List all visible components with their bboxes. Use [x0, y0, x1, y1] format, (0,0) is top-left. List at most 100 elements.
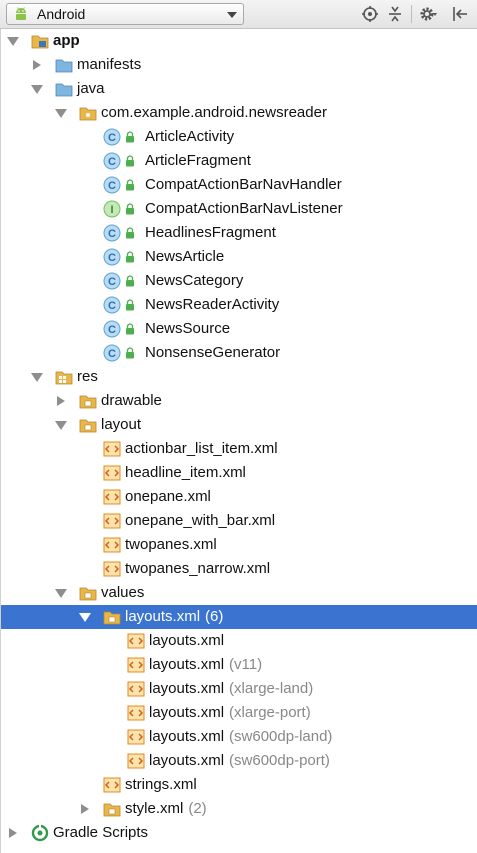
tree-node-class[interactable]: C NonsenseGenerator [1, 341, 477, 365]
tree-node-interface[interactable]: I CompatActionBarNavListener [1, 197, 477, 221]
file-qualifier: (sw600dp-port) [229, 752, 330, 769]
tree-label: app [53, 32, 80, 49]
class-icon: C [103, 176, 121, 194]
expand-arrow-icon[interactable] [7, 37, 19, 46]
xml-file-icon [103, 440, 121, 458]
sync-target-icon[interactable] [360, 4, 380, 24]
class-badge-letter: C [108, 300, 116, 312]
class-icon: C [103, 128, 121, 146]
class-icon: C [103, 152, 121, 170]
lock-icon [125, 347, 135, 359]
tree-label: res [77, 368, 98, 385]
tree-label: layout [101, 416, 142, 433]
tree-node-java[interactable]: java [1, 77, 477, 101]
lock-icon [125, 275, 135, 287]
xml-file-icon [103, 776, 121, 794]
file-name: layouts.xml [149, 680, 225, 697]
xml-file-icon [127, 704, 145, 722]
tree-label: actionbar_list_item.xml [125, 440, 278, 457]
class-badge-letter: C [108, 348, 116, 360]
tree-label: manifests [77, 56, 142, 73]
lock-icon [125, 131, 135, 143]
class-icon: C [103, 248, 121, 266]
tree-node-xml-file[interactable]: layouts.xml [1, 629, 477, 653]
tree-node-xml-file[interactable]: onepane.xml [1, 485, 477, 509]
file-name: layouts.xml [149, 752, 225, 769]
tree-node-xml-file[interactable]: strings.xml [1, 773, 477, 797]
lock-icon [125, 299, 135, 311]
expand-arrow-icon[interactable] [55, 421, 67, 430]
tree-node-xml-file[interactable]: headline_item.xml [1, 461, 477, 485]
module-folder-icon [31, 32, 49, 50]
resource-group-folder-icon [103, 800, 121, 818]
tree-node-layouts-group[interactable]: layouts.xml (6) [1, 605, 477, 629]
collapse-arrow-icon[interactable] [57, 396, 65, 406]
xml-file-icon [127, 728, 145, 746]
tree-node-xml-file[interactable]: layouts.xml (v11) [1, 653, 477, 677]
class-icon: C [103, 272, 121, 290]
tree-node-xml-file[interactable]: onepane_with_bar.xml [1, 509, 477, 533]
interface-badge-letter: I [110, 204, 113, 216]
tree-node-app[interactable]: app [1, 29, 477, 53]
tree-node-class[interactable]: C NewsArticle [1, 245, 477, 269]
class-icon: C [103, 296, 121, 314]
class-badge-letter: C [108, 156, 116, 168]
tree-label: onepane_with_bar.xml [125, 512, 276, 529]
collapse-arrow-icon[interactable] [33, 60, 41, 70]
tree-node-style-group[interactable]: style.xml (2) [1, 797, 477, 821]
tree-node-package[interactable]: com.example.android.newsreader [1, 101, 477, 125]
tree-node-values[interactable]: values [1, 581, 477, 605]
expand-arrow-icon[interactable] [31, 373, 43, 382]
tree-node-gradle-scripts[interactable]: Gradle Scripts [1, 821, 477, 845]
tree-node-drawable[interactable]: drawable [1, 389, 477, 413]
toolbar-divider [411, 5, 412, 23]
tree-label: layouts.xml (xlarge-port) [149, 704, 311, 722]
hide-panel-icon[interactable] [450, 4, 470, 24]
tree-label: NonsenseGenerator [145, 344, 281, 361]
tree-node-xml-file[interactable]: layouts.xml (xlarge-land) [1, 677, 477, 701]
file-qualifier: (sw600dp-land) [229, 728, 333, 745]
expand-arrow-icon[interactable] [55, 109, 67, 118]
tree-label: NewsSource [145, 320, 231, 337]
folder-icon [79, 584, 97, 602]
tree-node-xml-file[interactable]: layouts.xml (sw600dp-port) [1, 749, 477, 773]
expand-arrow-icon[interactable] [55, 589, 67, 598]
tree-label: headline_item.xml [125, 464, 246, 481]
tree-node-res[interactable]: res [1, 365, 477, 389]
collapse-arrow-icon[interactable] [81, 804, 89, 814]
gear-icon[interactable] [418, 4, 438, 24]
tree-node-xml-file[interactable]: twopanes.xml [1, 533, 477, 557]
tree-node-class[interactable]: C NewsSource [1, 317, 477, 341]
resource-group-folder-icon [103, 608, 121, 626]
tree-label: layouts.xml (v11) [149, 656, 262, 674]
tree-node-class[interactable]: C CompatActionBarNavHandler [1, 173, 477, 197]
tree-label: style.xml (2) [125, 800, 207, 818]
tree-label: layouts.xml (sw600dp-port) [149, 752, 330, 770]
tree-label: ArticleFragment [145, 152, 251, 169]
tree-node-manifests[interactable]: manifests [1, 53, 477, 77]
project-view-dropdown[interactable]: Android [6, 3, 244, 25]
folder-icon [79, 392, 97, 410]
class-badge-letter: C [108, 228, 116, 240]
project-toolbar: Android [0, 0, 477, 29]
project-view-label: Android [37, 6, 86, 22]
folder-icon [79, 416, 97, 434]
tree-node-xml-file[interactable]: layouts.xml (sw600dp-land) [1, 725, 477, 749]
tree-node-class[interactable]: C HeadlinesFragment [1, 221, 477, 245]
tree-node-xml-file[interactable]: layouts.xml (xlarge-port) [1, 701, 477, 725]
file-name: layouts.xml [149, 728, 225, 745]
expand-arrow-icon[interactable] [31, 85, 43, 94]
tree-node-class[interactable]: C NewsCategory [1, 269, 477, 293]
tree-node-class[interactable]: C ArticleActivity [1, 125, 477, 149]
tree-node-layout[interactable]: layout [1, 413, 477, 437]
tree-node-class[interactable]: C NewsReaderActivity [1, 293, 477, 317]
class-badge-letter: C [108, 324, 116, 336]
tree-node-class[interactable]: C ArticleFragment [1, 149, 477, 173]
collapse-arrow-icon[interactable] [9, 828, 17, 838]
collapse-all-icon[interactable] [385, 4, 405, 24]
expand-arrow-icon[interactable] [79, 613, 91, 622]
tree-label: values [101, 584, 145, 601]
tree-node-xml-file[interactable]: actionbar_list_item.xml [1, 437, 477, 461]
tree-node-xml-file[interactable]: twopanes_narrow.xml [1, 557, 477, 581]
lock-icon [125, 179, 135, 191]
